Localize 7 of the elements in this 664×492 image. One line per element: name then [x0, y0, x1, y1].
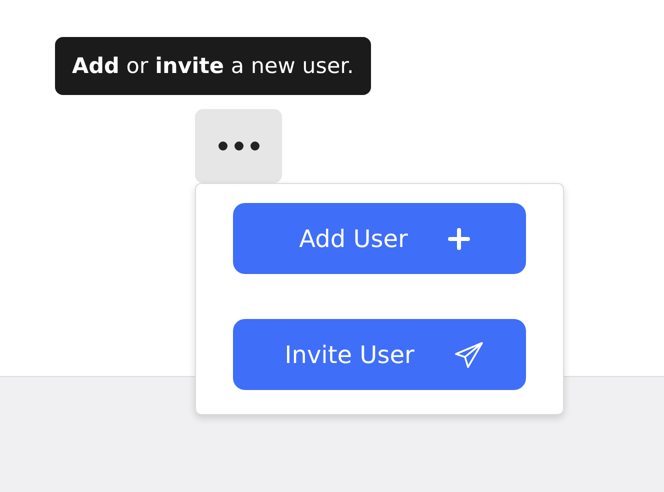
tooltip-text: Add or invite a new user.	[72, 54, 354, 78]
more-icon	[218, 141, 260, 151]
more-button[interactable]	[195, 109, 282, 183]
plus-icon	[448, 228, 470, 250]
paper-plane-icon	[454, 340, 484, 368]
add-user-button[interactable]: Add User	[233, 203, 526, 274]
invite-user-button[interactable]: Invite User	[233, 319, 526, 390]
